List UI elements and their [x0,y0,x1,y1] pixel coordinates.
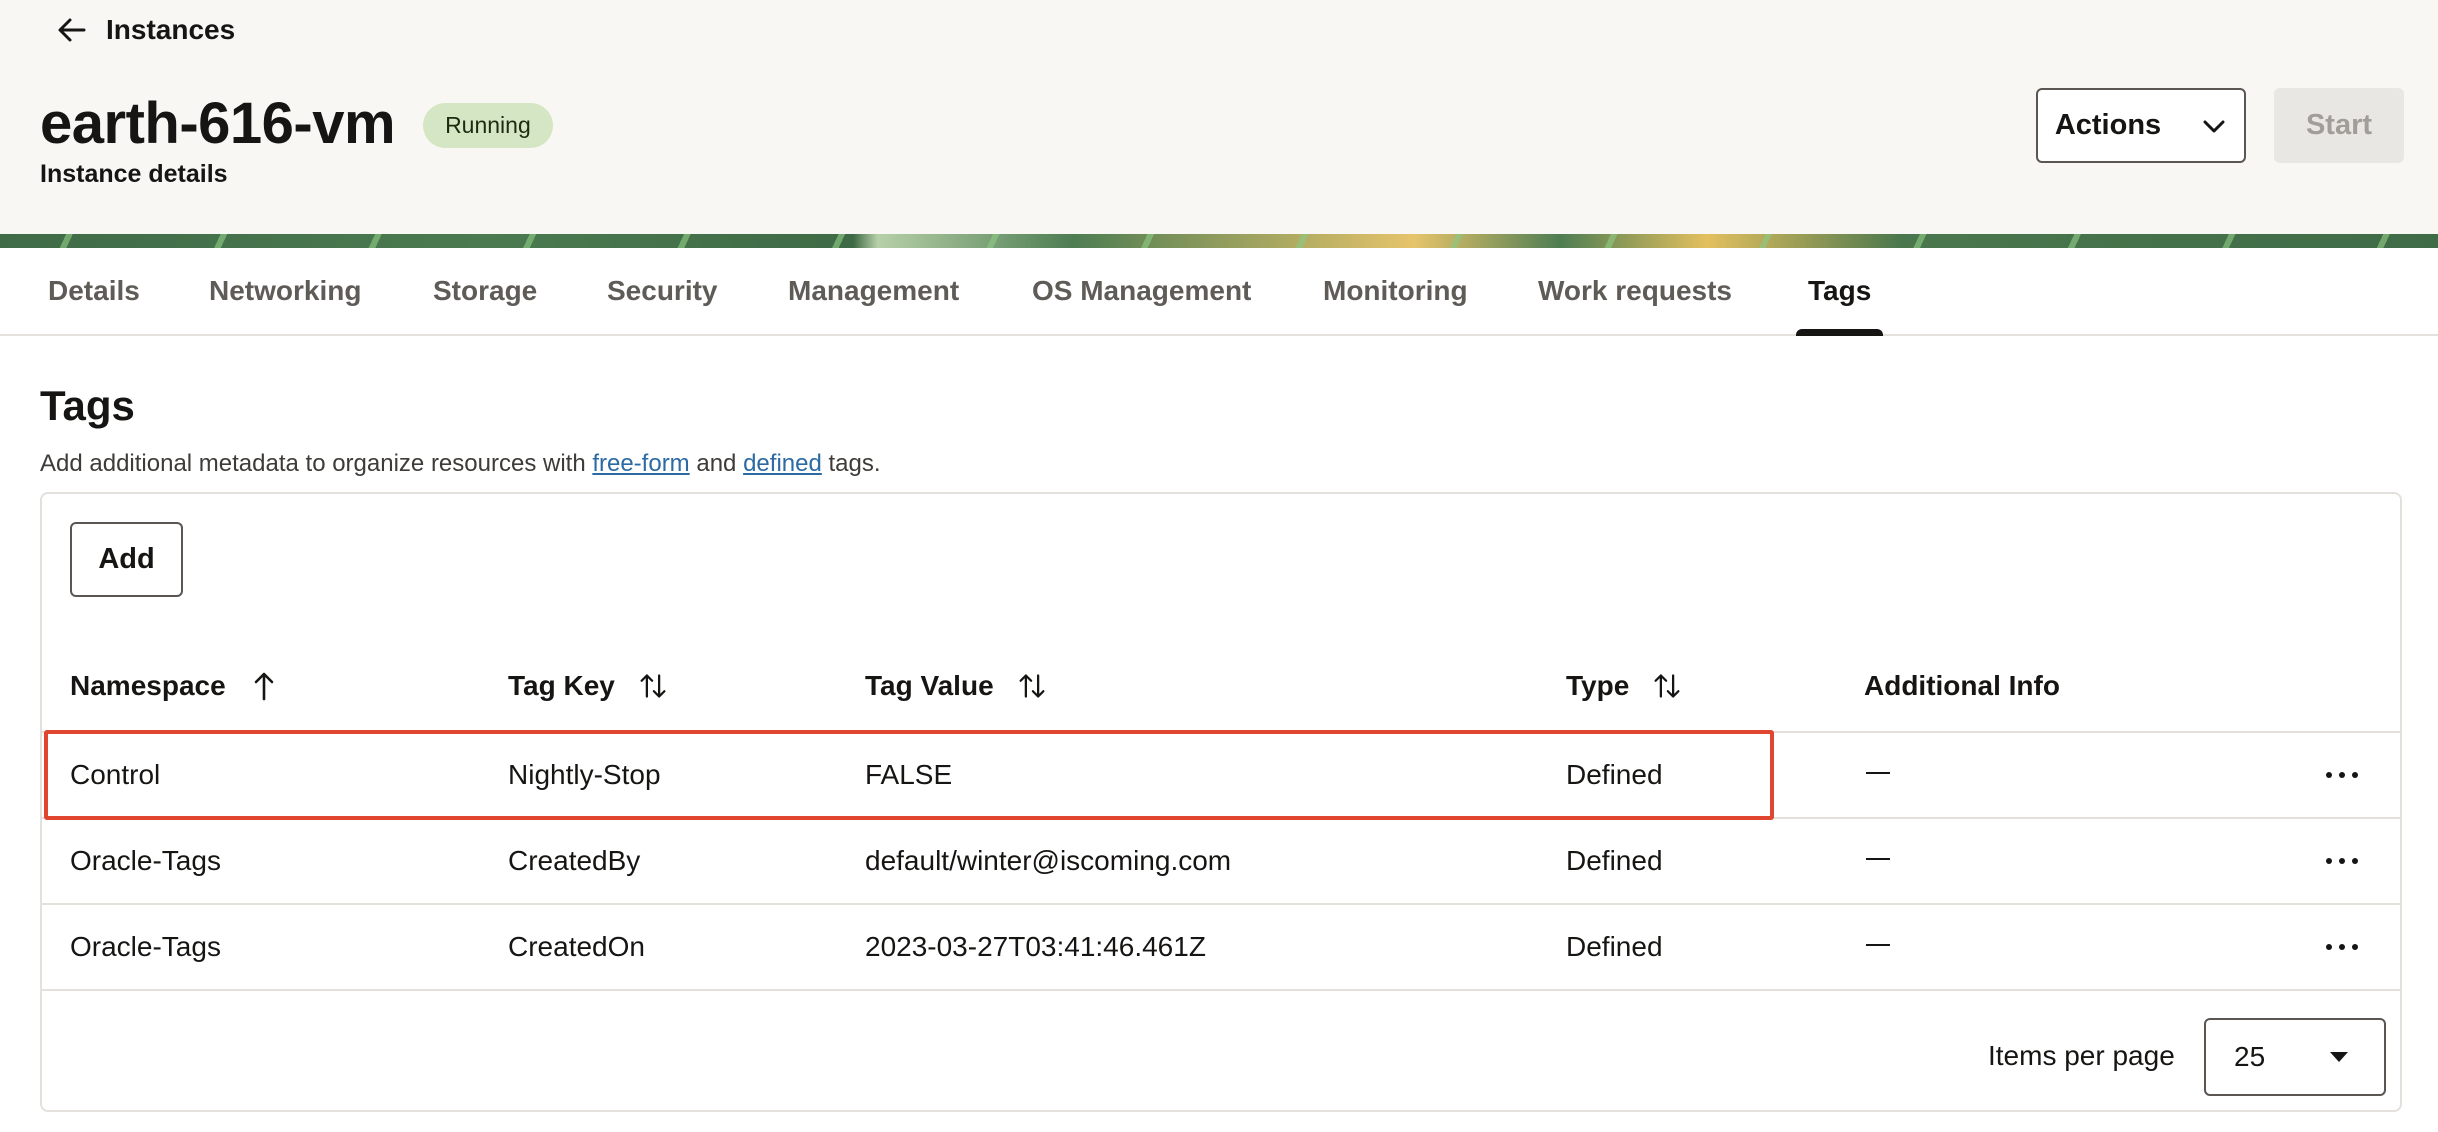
page-header: Instances earth-616-vm Running Instance … [0,0,2438,234]
cell-namespace: Oracle-Tags [70,931,221,962]
defined-link[interactable]: defined [743,450,822,477]
tab-management[interactable]: Management [788,248,959,334]
actions-label: Actions [2054,109,2162,141]
column-label-namespace: Namespace [70,670,226,701]
dot [2352,772,2358,778]
page-title: earth-616-vm [40,90,396,156]
start-button[interactable]: Start [2274,88,2404,163]
cell-tag-value: 2023-03-27T03:41:46.461Z [865,931,1206,962]
row-actions-menu[interactable] [2322,755,2362,795]
title-row: earth-616-vm Running [40,88,553,158]
column-label-tag-value: Tag Value [865,670,994,701]
tab-os-management[interactable]: OS Management [1032,248,1251,334]
cell-type: Defined [1566,759,1663,790]
sort-ascending-icon [254,672,273,701]
status-badge: Running [423,102,553,148]
cell-namespace: Oracle-Tags [70,845,221,876]
empty-value-dash [1866,772,1890,774]
items-per-page-select[interactable]: 25 [2204,1018,2386,1096]
column-label-type: Type [1566,670,1630,701]
tab-bar: Details Networking Storage Security Mana… [0,248,2438,336]
back-to-instances-link[interactable]: Instances [56,10,235,50]
empty-value-dash [1866,858,1890,860]
cell-type: Defined [1566,931,1663,962]
actions-menu-button[interactable]: Actions [2036,88,2246,163]
caret-down-icon [2330,1052,2348,1062]
sort-both-icon [1654,674,1680,698]
dot [2326,858,2332,864]
section-description: Add additional metadata to organize reso… [40,450,881,478]
page-subtitle: Instance details [40,160,228,188]
dot [2339,772,2345,778]
sort-both-icon [1019,674,1045,698]
dot [2339,944,2345,950]
cell-tag-value: FALSE [865,759,953,790]
tab-work-requests[interactable]: Work requests [1538,248,1732,334]
tags-table-card [40,492,2402,1112]
cell-tag-key: Nightly-Stop [508,759,661,790]
row-divider [42,731,2400,733]
add-tag-button[interactable]: Add [70,522,183,597]
row-divider [42,989,2400,991]
cell-tag-value: default/winter@iscoming.com [865,845,1232,876]
column-label-tag-key: Tag Key [508,670,615,701]
cell-tag-key: CreatedOn [508,931,645,962]
tab-details[interactable]: Details [48,248,140,334]
row-actions-menu[interactable] [2322,841,2362,881]
items-per-page-label: Items per page [1988,1040,2175,1071]
row-actions-menu[interactable] [2322,927,2362,967]
desc-text-and: and [689,450,744,477]
empty-value-dash [1866,944,1890,946]
tab-storage[interactable]: Storage [433,248,537,334]
section-title: Tags [40,382,135,429]
column-label-additional-info: Additional Info [1864,670,2060,701]
dot [2352,858,2358,864]
cell-type: Defined [1566,845,1663,876]
chevron-down-icon [2203,120,2225,132]
back-link-label: Instances [106,14,236,45]
decorative-banner [0,234,2438,248]
tab-networking[interactable]: Networking [209,248,361,334]
column-header-additional-info: Additional Info [1864,664,2060,708]
column-header-tag-value[interactable]: Tag Value [865,664,1046,708]
column-header-namespace[interactable]: Namespace [70,664,278,708]
row-divider [42,817,2400,819]
desc-text-before: Add additional metadata to organize reso… [40,450,593,477]
dot [2326,944,2332,950]
arrow-left-icon [58,18,86,42]
tab-tags[interactable]: Tags [1795,248,1884,336]
dot [2352,944,2358,950]
tab-monitoring[interactable]: Monitoring [1323,248,1468,334]
cell-tag-key: CreatedBy [508,845,641,876]
sort-both-icon [640,674,666,698]
items-per-page-value: 25 [2234,1041,2266,1072]
desc-text-after: tags. [821,450,881,477]
row-divider [42,903,2400,905]
tab-security[interactable]: Security [607,248,718,334]
column-header-tag-key[interactable]: Tag Key [508,664,667,708]
dot [2339,858,2345,864]
column-header-type[interactable]: Type [1566,664,1681,708]
dot [2326,772,2332,778]
cell-namespace: Control [70,759,161,790]
free-form-link[interactable]: free-form [592,450,689,477]
